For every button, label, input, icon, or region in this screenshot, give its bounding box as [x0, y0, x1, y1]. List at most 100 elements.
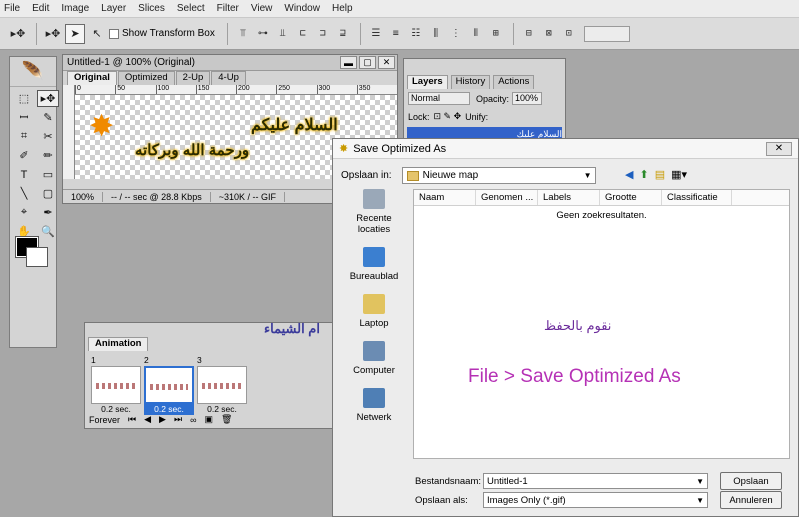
close-icon[interactable]: ✕	[766, 141, 792, 156]
menu-select[interactable]: Select	[177, 3, 205, 14]
menu-edit[interactable]: Edit	[32, 3, 49, 14]
new-frame-icon[interactable]: ▣	[205, 414, 214, 425]
next-frame-icon[interactable]: ⏭	[174, 414, 182, 425]
lasso-tool-icon[interactable]: ꟷ	[13, 109, 35, 126]
move-tool-icon[interactable]: ▸✥	[37, 90, 59, 107]
file-list[interactable]: Naam Genomen ... Labels Grootte Classifi…	[413, 189, 790, 459]
chevron-down-icon[interactable]: ▼	[696, 496, 704, 505]
column-name[interactable]: Naam	[414, 190, 476, 205]
type-tool-icon[interactable]: T	[13, 166, 35, 183]
animation-frame[interactable]: 3 0.2 sec.	[197, 355, 247, 415]
menu-view[interactable]: View	[251, 3, 273, 14]
play-icon[interactable]: ▶	[159, 414, 166, 425]
rounded-rect-icon[interactable]: ▢	[37, 185, 59, 202]
zoom-tool-icon[interactable]: 🔍	[37, 223, 59, 240]
column-size[interactable]: Grootte	[600, 190, 662, 205]
minimize-icon[interactable]: ▬	[340, 56, 357, 69]
align-layers-icon[interactable]: ⊟	[520, 25, 538, 43]
distribute-bottom-icon[interactable]: ☷	[407, 25, 425, 43]
column-taken[interactable]: Genomen ...	[476, 190, 538, 205]
align-hcenter-icon[interactable]: ⊐	[314, 25, 332, 43]
tab-animation[interactable]: Animation	[88, 337, 149, 351]
distribute-width-icon[interactable]: ⊞	[487, 25, 505, 43]
frame-thumbnail[interactable]	[144, 366, 194, 404]
animation-frame[interactable]: 2 0.2 sec.	[144, 355, 194, 415]
distribute-hcenter-icon[interactable]: ⋮	[447, 25, 465, 43]
align-bottom-icon[interactable]: ⫫	[274, 25, 292, 43]
distribute-vcenter-icon[interactable]: ≡	[387, 25, 405, 43]
lock-icons[interactable]: ⊡ ✎ ✥	[434, 111, 462, 122]
place-desktop[interactable]: Bureaublad	[339, 236, 409, 282]
options-dropdown[interactable]	[583, 25, 630, 42]
save-button[interactable]: Opslaan	[720, 472, 782, 490]
zoom-level[interactable]: 100%	[63, 191, 104, 202]
filename-input[interactable]: Untitled-1 ▼	[483, 473, 708, 489]
move-select-icon[interactable]: ▸✥	[43, 24, 63, 44]
background-color-swatch[interactable]	[26, 247, 48, 267]
place-network[interactable]: Netwerk	[339, 377, 409, 423]
place-computer[interactable]: Computer	[339, 330, 409, 376]
cancel-button[interactable]: Annuleren	[720, 491, 782, 509]
align-left-icon[interactable]: ⊏	[294, 25, 312, 43]
menu-layer[interactable]: Layer	[101, 3, 126, 14]
animation-frame[interactable]: 1 0.2 sec.	[91, 355, 141, 415]
look-in-select[interactable]: Nieuwe map ▼	[401, 167, 596, 184]
view-menu-icon[interactable]: ▦▾	[671, 168, 687, 181]
pointer-icon[interactable]: ➤	[65, 23, 85, 44]
loop-select[interactable]: Forever	[89, 415, 120, 425]
tab-2-up[interactable]: 2-Up	[175, 71, 211, 85]
delete-frame-icon[interactable]: 🗑	[221, 414, 232, 425]
show-transform-box-checkbox[interactable]: Show Transform Box	[109, 28, 215, 39]
distribute-right-icon[interactable]: ⦀	[467, 25, 485, 43]
menu-file[interactable]: File	[4, 3, 20, 14]
save-as-type-select[interactable]: Images Only (*.gif) ▼	[483, 492, 708, 508]
slice-tool-icon[interactable]: ✂	[37, 128, 59, 145]
line-tool-icon[interactable]: ╲	[13, 185, 35, 202]
tab-history[interactable]: History	[450, 75, 491, 89]
eyedropper-icon[interactable]: ✒	[37, 204, 59, 221]
file-size[interactable]: ~310K / -- GIF	[211, 191, 285, 202]
tab-layers[interactable]: Layers	[407, 75, 448, 89]
back-icon[interactable]: ◀	[625, 168, 633, 181]
distribute-top-icon[interactable]: ☰	[367, 25, 385, 43]
first-frame-icon[interactable]: ⏮	[128, 414, 136, 425]
menu-window[interactable]: Window	[284, 3, 320, 14]
tab-optimized[interactable]: Optimized	[117, 71, 175, 85]
up-folder-icon[interactable]: ⬆	[639, 168, 648, 181]
move-tool-icon[interactable]: ▸✥	[8, 24, 28, 44]
menu-help[interactable]: Help	[332, 3, 353, 14]
tab-4-up[interactable]: 4-Up	[211, 71, 246, 85]
tween-icon[interactable]: ∞	[190, 415, 196, 425]
place-recent[interactable]: Recente locaties	[339, 189, 409, 235]
column-labels[interactable]: Labels	[538, 190, 600, 205]
align-top-icon[interactable]: ⫪	[234, 25, 252, 43]
prev-frame-icon[interactable]: ◀	[144, 414, 151, 425]
align-right-icon[interactable]: ⊒	[334, 25, 352, 43]
close-icon[interactable]: ✕	[378, 56, 395, 69]
frame-thumbnail[interactable]	[197, 366, 247, 404]
align-layers-2-icon[interactable]: ⊠	[540, 25, 558, 43]
place-laptop[interactable]: Laptop	[339, 283, 409, 329]
column-classification[interactable]: Classificatie	[662, 190, 732, 205]
align-layers-3-icon[interactable]: ⊡	[560, 25, 578, 43]
marquee-tool-icon[interactable]: ⬚	[13, 90, 35, 107]
brush-tool-icon[interactable]: ✐	[13, 147, 35, 164]
shape-tool-icon[interactable]: ▭	[37, 166, 59, 183]
chevron-down-icon[interactable]: ▼	[696, 477, 704, 486]
align-vcenter-icon[interactable]: ⊶	[254, 25, 272, 43]
pencil-tool-icon[interactable]: ✏	[37, 147, 59, 164]
crop-tool-icon[interactable]: ⌗	[13, 128, 35, 145]
opacity-field[interactable]: 100%	[512, 92, 543, 105]
blend-mode-select[interactable]: Normal	[408, 92, 470, 105]
maximize-icon[interactable]: ▢	[359, 56, 376, 69]
direct-select-icon[interactable]: ↖	[87, 24, 107, 44]
download-speed[interactable]: -- / -- sec @ 28.8 Kbps	[103, 191, 211, 202]
crop-icon[interactable]: ⌖	[13, 204, 35, 221]
menu-image[interactable]: Image	[61, 3, 89, 14]
menu-slices[interactable]: Slices	[138, 3, 165, 14]
tab-original[interactable]: Original	[67, 71, 117, 85]
frame-thumbnail[interactable]	[91, 366, 141, 404]
menu-filter[interactable]: Filter	[217, 3, 239, 14]
magic-wand-icon[interactable]: ✎	[37, 109, 59, 126]
distribute-left-icon[interactable]: ⫼	[427, 25, 445, 43]
